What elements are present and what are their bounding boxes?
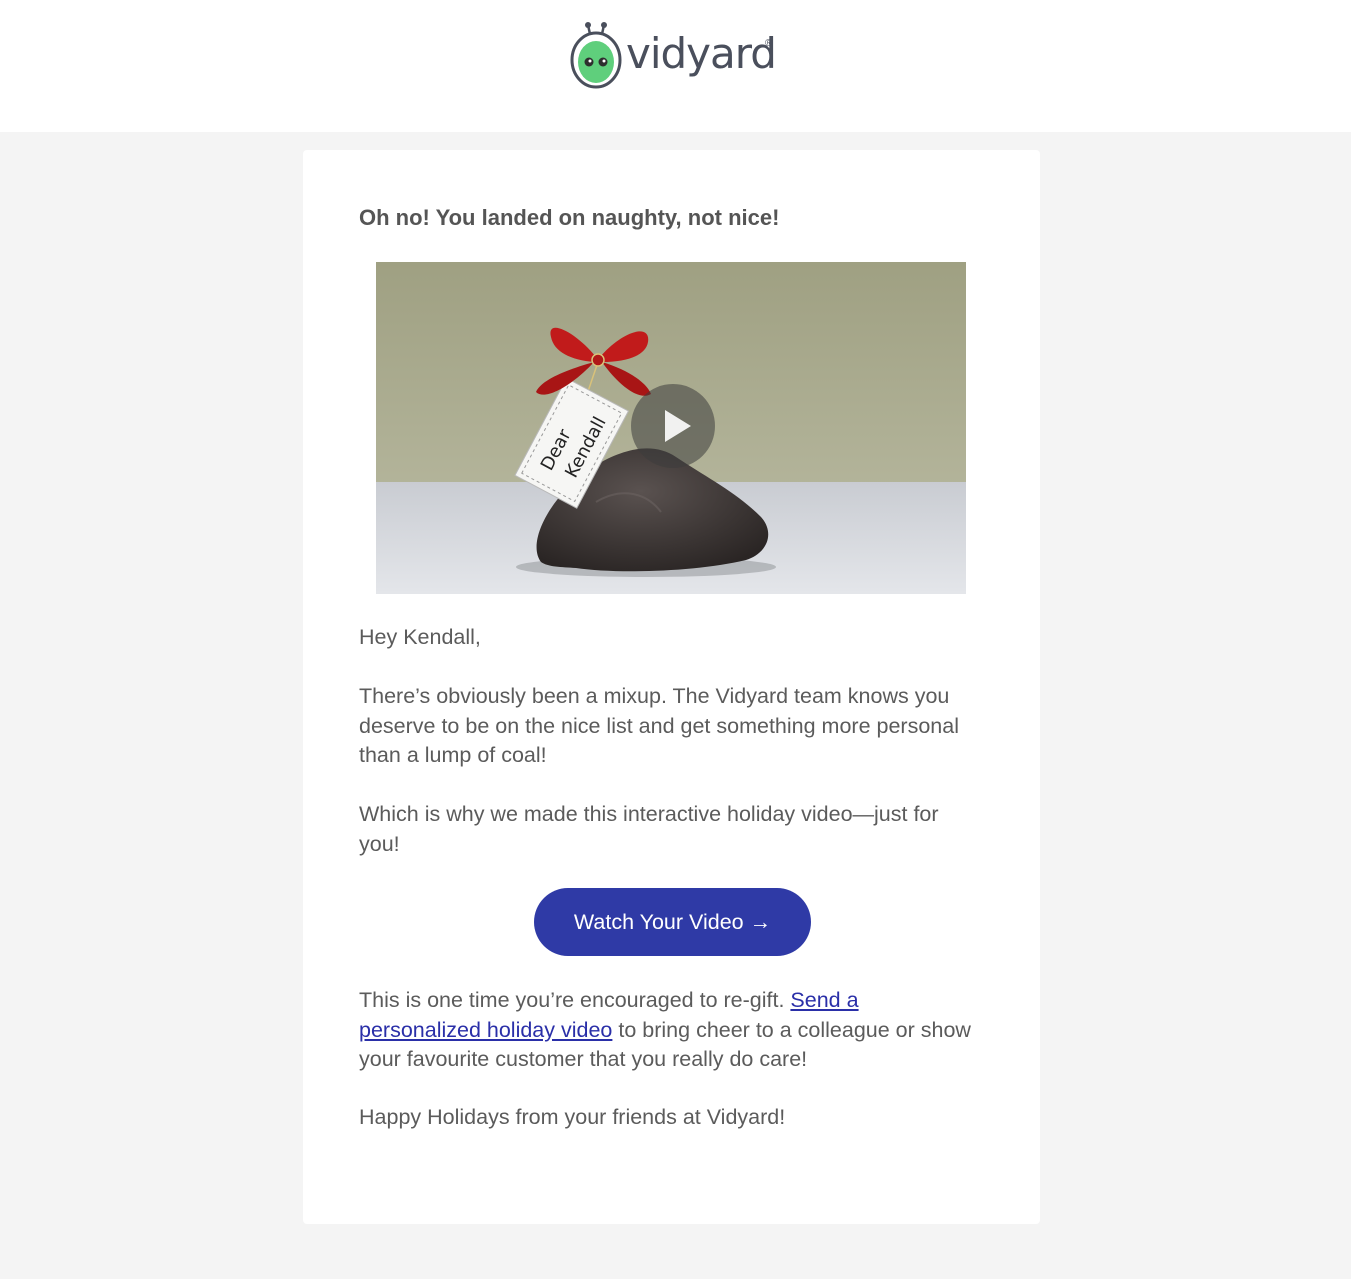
email-header: vidyard ®	[0, 0, 1351, 132]
paragraph-interactive-video: Which is why we made this interactive ho…	[359, 802, 939, 856]
paragraph-regift: This is one time you’re encouraged to re…	[359, 986, 979, 1075]
vidyard-robot-icon	[570, 22, 622, 89]
email-headline: Oh no! You landed on naughty, not nice!	[359, 205, 780, 230]
regift-text-before: This is one time you’re encouraged to re…	[359, 988, 791, 1012]
paragraph-mixup: There’s obviously been a mixup. The Vidy…	[359, 684, 959, 767]
play-button[interactable]	[631, 384, 715, 468]
registered-mark: ®	[765, 38, 773, 49]
watch-video-button[interactable]: Watch Your Video →	[534, 888, 811, 956]
email-card: Oh no! You landed on naughty, not nice!	[303, 150, 1040, 1224]
signoff-text: Happy Holidays from your friends at Vidy…	[359, 1105, 786, 1129]
vidyard-wordmark: vidyard	[626, 29, 777, 78]
video-thumbnail[interactable]: Dear Kendall	[376, 262, 966, 594]
vidyard-logo[interactable]: vidyard ®	[568, 20, 788, 92]
play-icon	[665, 410, 691, 442]
greeting-text: Hey Kendall,	[359, 625, 481, 649]
